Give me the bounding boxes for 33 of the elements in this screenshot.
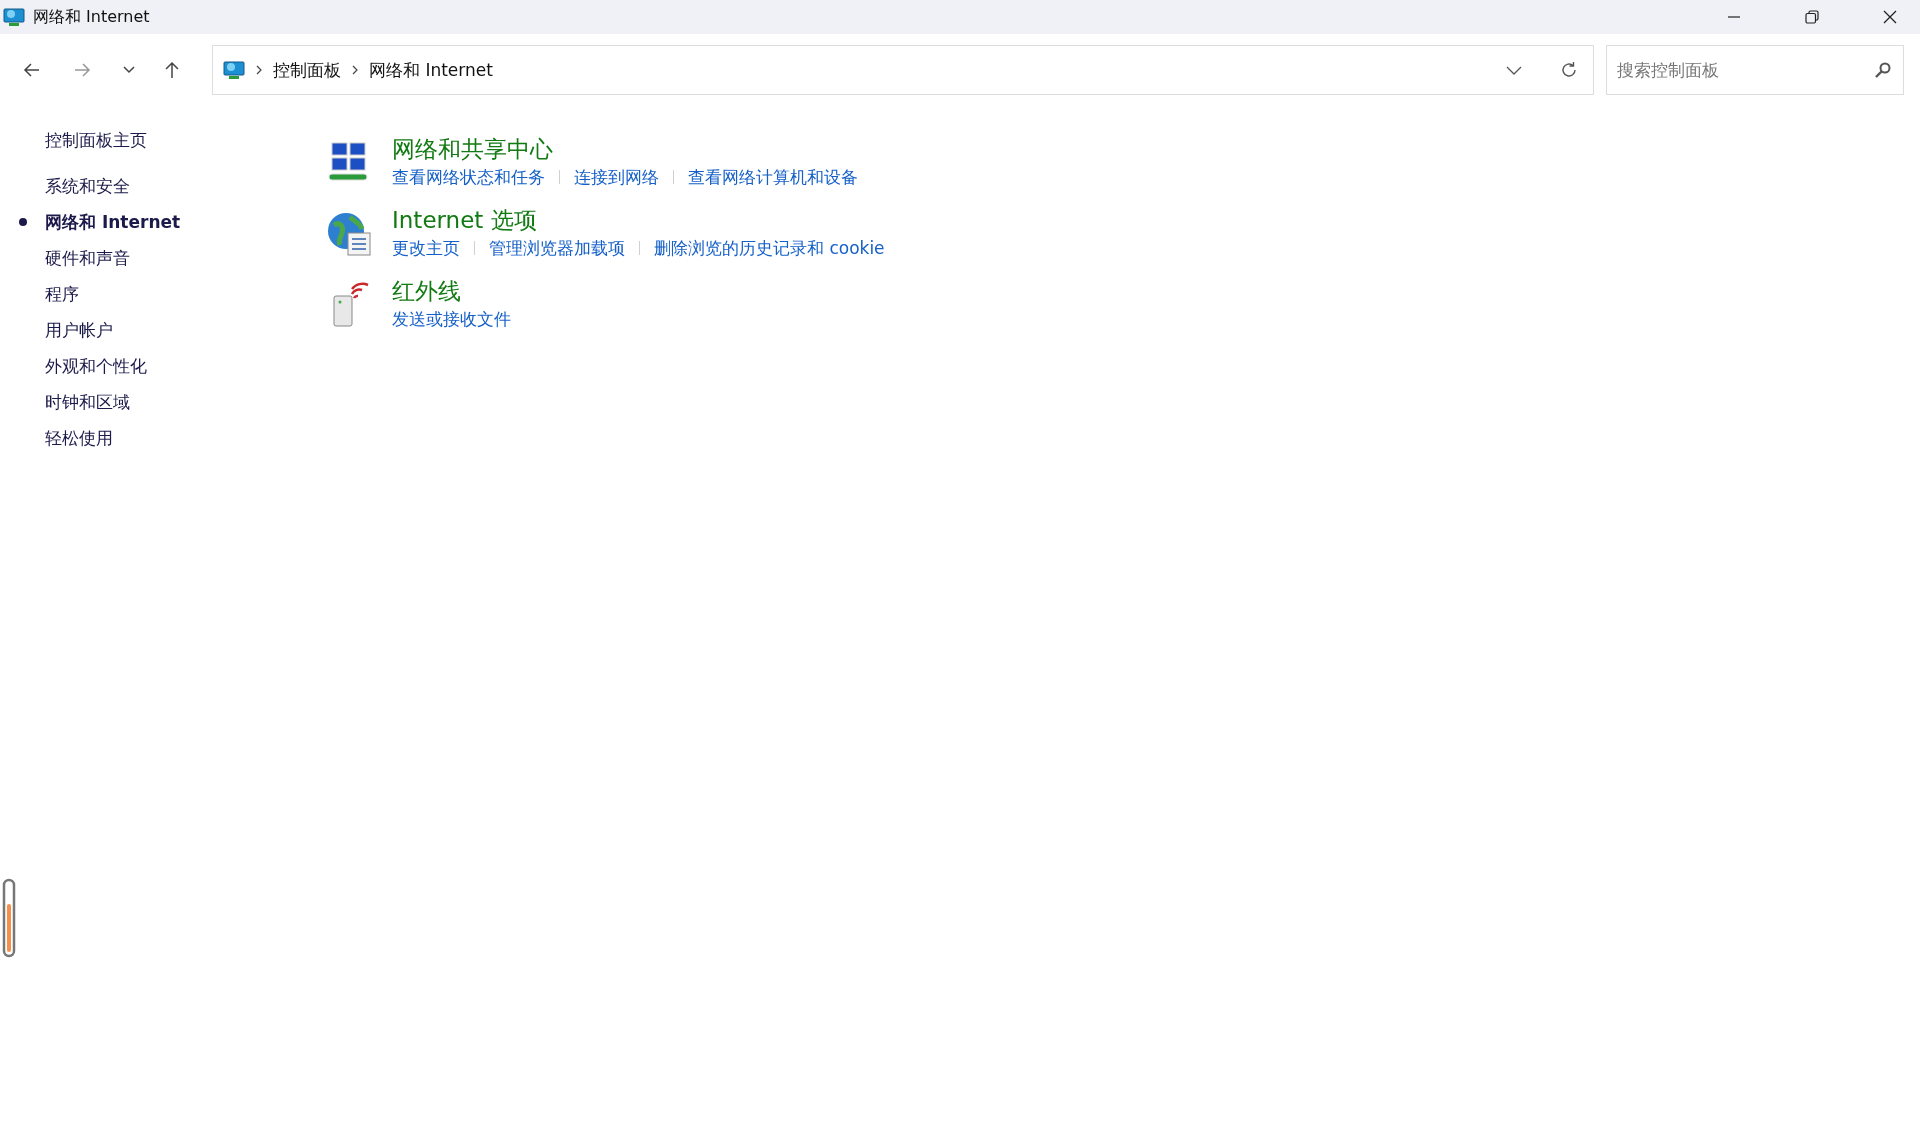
monitor-globe-icon — [223, 59, 245, 81]
refresh-icon[interactable] — [1559, 60, 1579, 80]
task-link[interactable]: 查看网络计算机和设备 — [688, 164, 858, 190]
close-icon[interactable] — [1882, 9, 1898, 25]
restore-icon[interactable] — [1804, 9, 1820, 25]
task-link[interactable]: 删除浏览的历史记录和 cookie — [654, 235, 885, 261]
category-title-link[interactable]: 红外线 — [392, 276, 461, 306]
task-link[interactable]: 管理浏览器加载项 — [489, 235, 625, 261]
sidebar-item[interactable]: 硬件和声音 — [45, 246, 130, 270]
address-bar[interactable]: 控制面板 网络和 Internet — [212, 45, 1594, 95]
sidebar-item[interactable]: 轻松使用 — [45, 426, 113, 450]
search-icon[interactable] — [1874, 61, 1892, 79]
sidebar-item[interactable]: 外观和个性化 — [45, 354, 147, 378]
globe-checklist-icon — [326, 211, 372, 257]
window-title: 网络和 Internet — [33, 6, 150, 28]
category-title-link[interactable]: 网络和共享中心 — [392, 134, 553, 164]
task-link[interactable]: 更改主页 — [392, 235, 460, 261]
sidebar-item[interactable]: 时钟和区域 — [45, 390, 130, 414]
sidebar-item[interactable]: 程序 — [45, 282, 79, 306]
sidebar-item[interactable]: 网络和 Internet — [45, 210, 181, 234]
search-field[interactable]: 搜索控制面板 — [1606, 45, 1904, 95]
sidebar-item[interactable]: 用户帐户 — [45, 318, 113, 342]
task-link[interactable]: 连接到网络 — [574, 164, 659, 190]
chevron-right-icon — [255, 65, 263, 75]
sidebar-item[interactable]: 系统和安全 — [45, 174, 130, 198]
breadcrumb-item[interactable]: 网络和 Internet — [369, 58, 493, 82]
category-title-link[interactable]: Internet 选项 — [392, 205, 537, 235]
breadcrumb-item[interactable]: 控制面板 — [273, 58, 341, 82]
monitor-globe-icon — [3, 6, 25, 28]
sidebar-link[interactable]: 控制面板主页 — [45, 128, 147, 152]
task-link[interactable]: 发送或接收文件 — [392, 306, 511, 332]
task-link[interactable]: 查看网络状态和任务 — [392, 164, 545, 190]
chevron-right-icon — [351, 65, 359, 75]
